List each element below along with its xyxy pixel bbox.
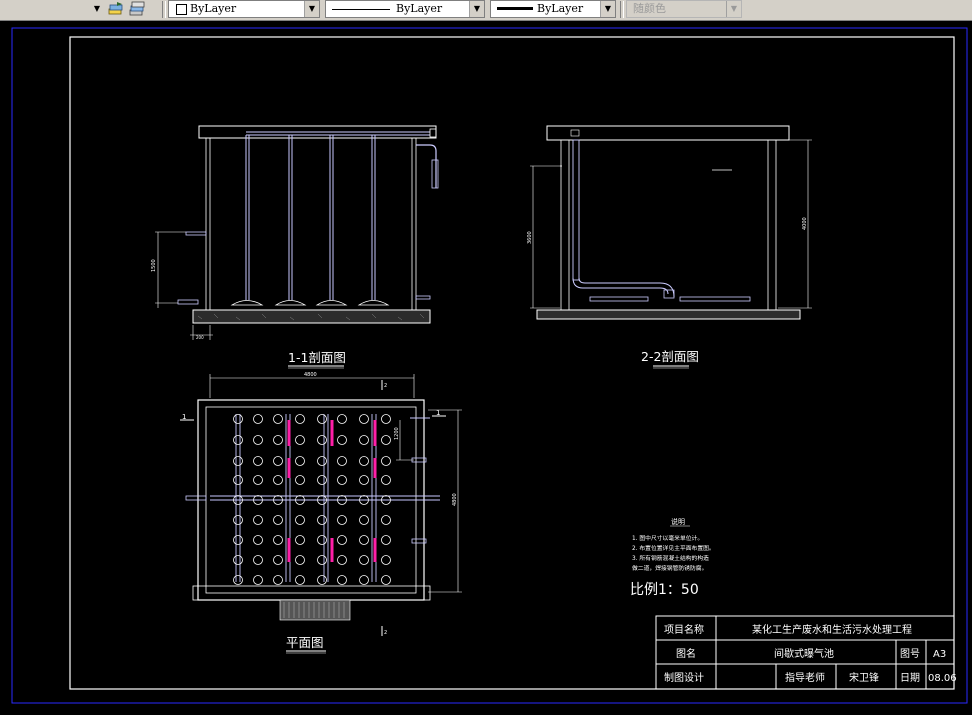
chevron-down-icon[interactable]: ▼: [469, 1, 484, 17]
date-label: 日期: [900, 672, 920, 684]
drawing-canvas[interactable]: 1500 200 1-1剖面图 3600 4000 2-2剖面图 4800 48…: [0, 20, 972, 711]
advisor-label: 指导老师: [785, 671, 825, 684]
drawing-no-label: 图号: [900, 648, 920, 660]
color-swatch-icon: [176, 4, 187, 15]
section-mark-2-top: 2: [384, 383, 387, 389]
section-mark-1-right: 1: [436, 409, 440, 417]
drawing-frame: [69, 36, 955, 690]
drawing-name-label: 图名: [676, 647, 696, 660]
project-name-value: 某化工生产废水和生活污水处理工程: [752, 623, 912, 636]
note-line-1: 1. 图中尺寸以毫米单位计。: [632, 534, 703, 542]
lineweight-control-value: ByLayer: [537, 2, 584, 15]
notes-title: 说明: [671, 517, 685, 526]
dim-1500: 1500: [151, 259, 157, 272]
plotstyle-control-value: 随颜色: [633, 2, 666, 15]
section-2-2-title: 2-2剖面图: [641, 349, 699, 364]
plan-view: [180, 374, 462, 636]
linetype-control-value: ByLayer: [396, 2, 443, 15]
color-control-value: ByLayer: [190, 2, 237, 15]
advisor-name: 宋卫锋: [849, 671, 879, 684]
dropdown-arrow-icon[interactable]: ▼: [88, 1, 106, 17]
designer-label: 制图设计: [664, 671, 704, 684]
note-line-2: 2. 布置位置详见主平面布置图。: [632, 544, 715, 552]
color-control-dropdown[interactable]: ByLayer ▼: [168, 0, 320, 18]
chevron-down-icon[interactable]: ▼: [304, 1, 319, 17]
layer-previous-icon[interactable]: [107, 1, 125, 17]
dim-3600: 3600: [527, 231, 533, 244]
dim-4800-side: 4800: [452, 493, 458, 506]
section-mark-2-bottom: 2: [384, 630, 387, 636]
section-2-2-view: [530, 125, 812, 320]
plotstyle-control-dropdown: 随颜色 ▼: [626, 0, 742, 18]
dim-200: 200: [196, 335, 204, 340]
scale-label: 比例1：50: [630, 582, 699, 598]
lineweight-control-dropdown[interactable]: ByLayer ▼: [490, 0, 616, 18]
project-name-label: 项目名称: [664, 623, 704, 636]
lineweight-preview: [497, 7, 533, 10]
drawing-name-value: 间歇式曝气池: [774, 647, 834, 660]
section-mark-1-left: 1: [182, 413, 186, 421]
note-line-3: 3. 所有钢筋混凝土结构的构造: [632, 554, 709, 562]
section-1-1-title: 1-1剖面图: [288, 350, 346, 365]
toolbar-separator: [620, 1, 624, 18]
note-line-4: 做二道，焊接钢管防锈防腐。: [632, 564, 707, 572]
date-value: 08.06: [928, 673, 957, 684]
dim-1200: 1200: [394, 427, 400, 440]
linetype-preview: [332, 9, 390, 10]
linetype-control-dropdown[interactable]: ByLayer ▼: [325, 0, 485, 18]
chevron-down-icon: ▼: [726, 1, 741, 17]
layer-manager-icon[interactable]: [128, 1, 146, 17]
chevron-down-icon[interactable]: ▼: [600, 1, 615, 17]
section-1-1-view: [155, 125, 439, 340]
dim-4800-top: 4800: [304, 372, 317, 378]
plan-view-title: 平面图: [286, 635, 324, 650]
dim-4000: 4000: [802, 217, 808, 230]
paper-border: [11, 27, 968, 704]
toolbar-separator: [162, 1, 166, 18]
drawing-no-value: A3: [933, 649, 946, 660]
properties-toolbar: ▼ ByLayer ▼ ByLayer ▼ ByLayer ▼ 随颜色 ▼: [0, 0, 972, 21]
